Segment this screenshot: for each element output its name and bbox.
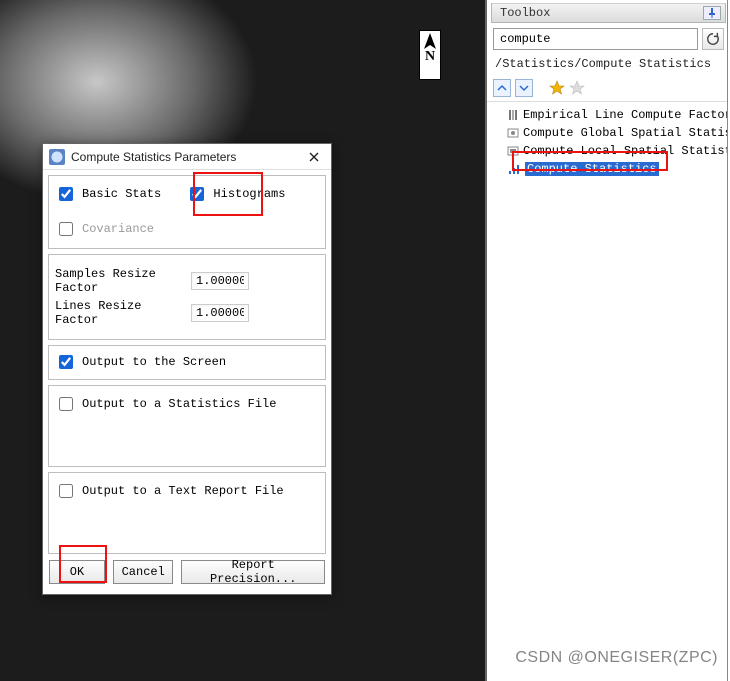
panel-resize: Samples Resize Factor Lines Resize Facto… bbox=[48, 254, 326, 340]
output-text-file-checkbox[interactable]: Output to a Text Report File bbox=[55, 481, 284, 501]
pin-icon bbox=[707, 8, 717, 18]
covariance-input[interactable] bbox=[59, 222, 73, 236]
favorite-star-icon[interactable] bbox=[549, 80, 565, 96]
tree-item-selected[interactable]: Compute Statistics bbox=[493, 160, 728, 178]
north-label: N bbox=[425, 49, 435, 65]
tree-item-label: Empirical Line Compute Factors a bbox=[523, 108, 730, 122]
expand-all-button[interactable] bbox=[515, 79, 533, 97]
output-screen-label: Output to the Screen bbox=[82, 355, 226, 369]
panel-stats-options: Basic Stats Histograms Covariance bbox=[48, 175, 326, 249]
lines-resize-input[interactable] bbox=[191, 304, 249, 322]
cancel-button[interactable]: Cancel bbox=[113, 560, 173, 584]
tool-tree[interactable]: Empirical Line Compute Factors a Compute… bbox=[487, 102, 730, 182]
output-text-file-label: Output to a Text Report File bbox=[82, 484, 284, 498]
panel-output-text-file: Output to a Text Report File bbox=[48, 472, 326, 554]
output-stats-file-label: Output to a Statistics File bbox=[82, 397, 276, 411]
output-stats-file-input[interactable] bbox=[59, 397, 73, 411]
report-precision-button[interactable]: Report Precision... bbox=[181, 560, 325, 584]
basic-stats-checkbox[interactable]: Basic Stats bbox=[55, 184, 161, 204]
dialog-titlebar[interactable]: Compute Statistics Parameters bbox=[43, 144, 331, 170]
histograms-label: Histograms bbox=[213, 187, 285, 201]
refresh-icon bbox=[706, 32, 720, 46]
panel-output-screen: Output to the Screen bbox=[48, 345, 326, 380]
toolbox-title: Toolbox bbox=[500, 6, 550, 20]
panel-output-stats-file: Output to a Statistics File bbox=[48, 385, 326, 467]
chevron-down-icon bbox=[519, 83, 529, 93]
tool-icon bbox=[507, 145, 519, 157]
watermark: CSDN @ONEGISER(ZPC) bbox=[515, 649, 718, 667]
app-stage: N Toolbox /Statistics/Compu bbox=[0, 0, 730, 681]
tree-item-label: Compute Global Spatial Statistic bbox=[523, 126, 730, 140]
tool-icon bbox=[507, 127, 519, 139]
pin-button[interactable] bbox=[703, 6, 721, 20]
tree-item[interactable]: Empirical Line Compute Factors a bbox=[493, 106, 728, 124]
chevron-up-icon bbox=[497, 83, 507, 93]
collapse-all-button[interactable] bbox=[493, 79, 511, 97]
dialog-title: Compute Statistics Parameters bbox=[71, 150, 236, 164]
compute-statistics-dialog: Compute Statistics Parameters Basic Stat… bbox=[42, 143, 332, 595]
tree-item-label: Compute Statistics bbox=[525, 162, 659, 176]
covariance-label: Covariance bbox=[82, 222, 154, 236]
samples-resize-input[interactable] bbox=[191, 272, 249, 290]
output-text-file-input[interactable] bbox=[59, 484, 73, 498]
tree-toolbar bbox=[487, 77, 730, 102]
tool-icon bbox=[507, 109, 519, 121]
close-button[interactable] bbox=[301, 147, 327, 167]
right-pane: Toolbox /Statistics/Compute Statistics bbox=[485, 0, 730, 681]
tree-item-label: Compute Local Spatial Statistic: bbox=[523, 144, 730, 158]
output-screen-checkbox[interactable]: Output to the Screen bbox=[55, 352, 226, 372]
app-icon bbox=[49, 149, 65, 165]
favorite-star-disabled-icon bbox=[569, 80, 585, 96]
basic-stats-input[interactable] bbox=[59, 187, 73, 201]
histograms-input[interactable] bbox=[190, 187, 204, 201]
samples-resize-label: Samples Resize Factor bbox=[55, 267, 185, 295]
dialog-button-row: OK Cancel Report Precision... bbox=[49, 560, 325, 584]
north-arrow: N bbox=[419, 30, 441, 80]
histograms-checkbox[interactable]: Histograms bbox=[186, 184, 285, 204]
tree-item[interactable]: Compute Local Spatial Statistic: bbox=[493, 142, 728, 160]
covariance-checkbox[interactable]: Covariance bbox=[55, 219, 154, 239]
tree-item[interactable]: Compute Global Spatial Statistic bbox=[493, 124, 728, 142]
lines-resize-label: Lines Resize Factor bbox=[55, 299, 185, 327]
output-screen-input[interactable] bbox=[59, 355, 73, 369]
refresh-button[interactable] bbox=[702, 28, 724, 50]
search-input[interactable] bbox=[493, 28, 698, 50]
breadcrumb: /Statistics/Compute Statistics bbox=[487, 53, 730, 77]
search-row bbox=[487, 25, 730, 53]
basic-stats-label: Basic Stats bbox=[82, 187, 161, 201]
toolbox-header: Toolbox bbox=[491, 3, 726, 23]
tool-icon bbox=[507, 163, 521, 175]
ok-button[interactable]: OK bbox=[49, 560, 105, 584]
close-icon bbox=[309, 152, 319, 162]
output-stats-file-checkbox[interactable]: Output to a Statistics File bbox=[55, 394, 276, 414]
